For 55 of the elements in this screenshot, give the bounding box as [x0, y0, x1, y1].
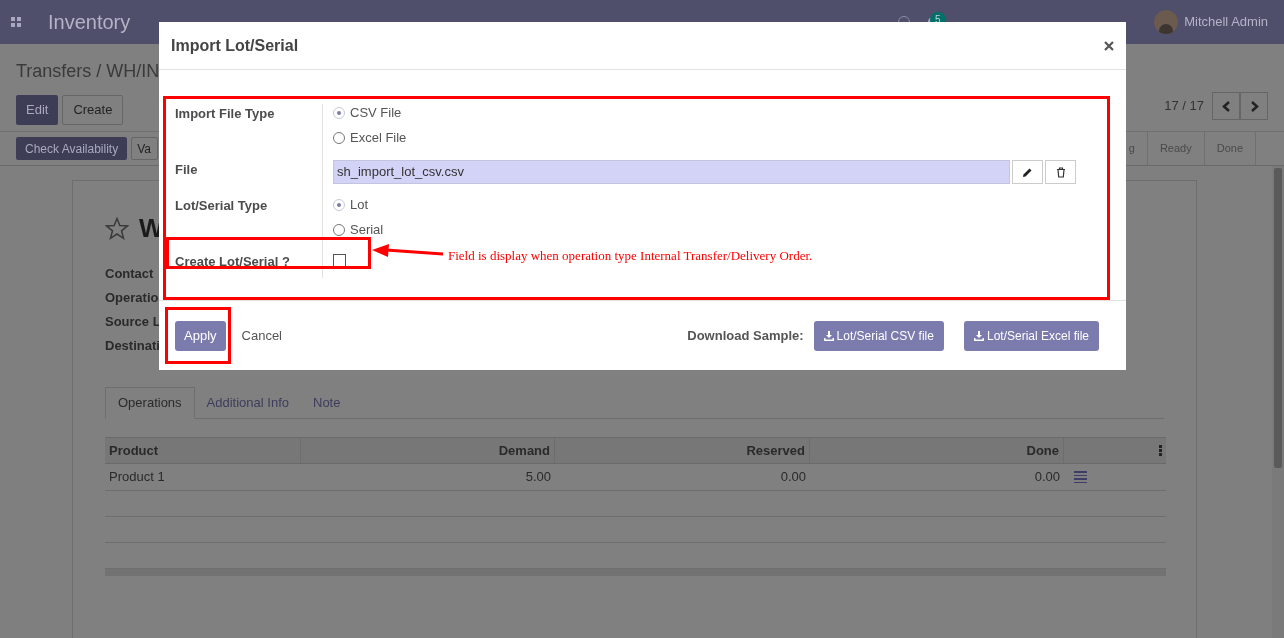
create-button[interactable]: Create — [62, 95, 124, 125]
previous-button[interactable] — [1212, 92, 1240, 120]
field-label: Import File Type — [175, 106, 275, 121]
star-icon[interactable] — [105, 217, 129, 240]
annotation-note: Field is display when operation type Internal Transfer/Delivery Order. — [448, 247, 813, 265]
field-label: Lot/Serial Type — [175, 198, 268, 213]
user-name[interactable]: Mitchell Admin — [1184, 12, 1268, 32]
edit-file-button[interactable] — [1012, 160, 1043, 184]
delete-file-button[interactable] — [1045, 160, 1076, 184]
list-icon[interactable] — [1074, 471, 1087, 483]
column-header[interactable]: Done — [810, 438, 1064, 463]
chevron-right-icon — [1249, 100, 1259, 112]
tab[interactable]: Note — [301, 387, 353, 419]
action-button[interactable]: Va — [131, 137, 158, 160]
column-header[interactable]: Demand — [301, 438, 555, 463]
table-cell-text: 0.00 — [1033, 468, 1061, 487]
column-header[interactable]: Product — [105, 438, 301, 463]
option-label[interactable]: Excel File — [350, 128, 407, 148]
apps-icon[interactable] — [11, 17, 21, 27]
tab[interactable]: Operations — [105, 387, 195, 419]
option-label[interactable]: Lot — [350, 195, 369, 215]
close-icon — [1104, 40, 1114, 51]
field-label: File — [175, 162, 198, 177]
table-cell-text: 0.00 — [779, 468, 807, 487]
column-header[interactable]: Reserved — [555, 438, 810, 463]
close-button[interactable] — [1104, 40, 1114, 51]
download-icon — [973, 330, 984, 341]
field-label: Create Lot/Serial ? — [175, 254, 290, 269]
table-cell-text: 5.00 — [524, 468, 552, 487]
trash-icon — [1055, 166, 1066, 178]
edit-button[interactable]: Edit — [16, 95, 59, 125]
table-cell-text: Product 1 — [108, 468, 166, 487]
download-label: Download Sample: — [687, 326, 804, 345]
dialog-title: Import Lot/Serial — [171, 35, 299, 56]
field-label: Operatio — [105, 290, 160, 306]
chevron-left-icon — [1221, 100, 1231, 112]
scrollbar-thumb[interactable] — [1274, 168, 1282, 468]
app-title: Inventory — [48, 10, 131, 35]
download-button[interactable]: Lot/Serial CSV file — [813, 320, 944, 351]
download-button[interactable]: Lot/Serial Excel file — [963, 320, 1099, 351]
option-label[interactable]: CSV File — [350, 103, 402, 123]
download-icon — [823, 330, 834, 341]
action-button[interactable]: Check Availability — [16, 137, 128, 160]
pencil-icon — [1022, 166, 1033, 178]
cancel-button[interactable]: Cancel — [241, 325, 282, 346]
apply-button[interactable]: Apply — [175, 320, 226, 351]
option-label[interactable]: Serial — [350, 220, 384, 240]
column-options-icon[interactable] — [1159, 445, 1162, 456]
annotation-box — [165, 307, 231, 364]
tab[interactable]: Additional Info — [194, 387, 301, 419]
file-name-field[interactable]: sh_import_lot_csv.csv — [333, 160, 1010, 184]
pager-text: 17 / 17 — [1164, 97, 1204, 116]
next-button[interactable] — [1240, 92, 1268, 120]
field-label: Contact — [105, 266, 155, 282]
field-label: Destinati — [105, 338, 161, 354]
